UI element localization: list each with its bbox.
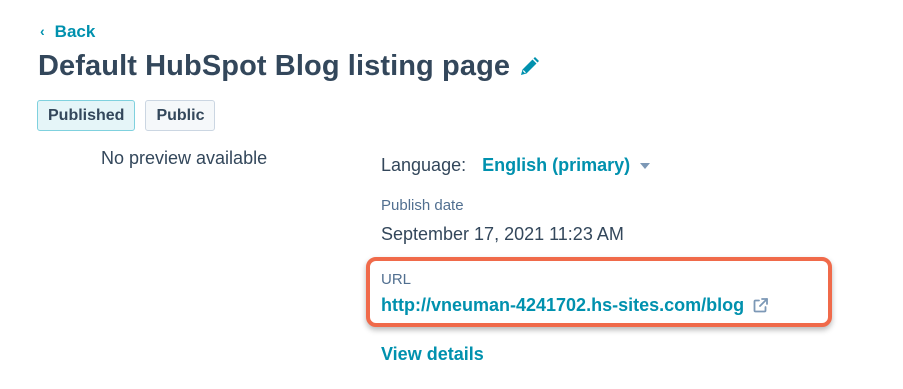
language-row: Language: English (primary)	[381, 155, 651, 176]
back-link[interactable]: ‹ Back	[40, 22, 95, 42]
publish-date-value: September 17, 2021 11:23 AM	[381, 224, 624, 244]
url-link[interactable]: http://vneuman-4241702.hs-sites.com/blog	[381, 295, 769, 316]
view-details-link[interactable]: View details	[381, 344, 484, 365]
chevron-left-icon: ‹	[40, 23, 45, 39]
back-label: Back	[54, 22, 96, 41]
url-value: http://vneuman-4241702.hs-sites.com/blog	[381, 295, 745, 315]
public-badge: Public	[145, 100, 216, 131]
language-value: English (primary)	[482, 155, 631, 175]
language-dropdown[interactable]: English (primary)	[482, 155, 651, 176]
pencil-icon[interactable]	[518, 56, 540, 78]
page-header: Default HubSpot Blog listing page	[38, 50, 540, 83]
no-preview-text: No preview available	[101, 148, 268, 168]
caret-down-icon	[640, 162, 651, 169]
published-badge: Published	[37, 100, 136, 131]
status-tags: Published Public	[37, 100, 216, 131]
publish-date-label: Publish date	[381, 197, 464, 214]
url-highlight-box: URL http://vneuman-4241702.hs-sites.com/…	[366, 257, 832, 327]
page-title: Default HubSpot Blog listing page	[38, 50, 511, 82]
url-label: URL	[381, 271, 412, 288]
blog-listing-page: ‹ Back Default HubSpot Blog listing page…	[0, 0, 903, 389]
external-link-icon	[752, 297, 769, 314]
language-label: Language:	[381, 155, 467, 175]
